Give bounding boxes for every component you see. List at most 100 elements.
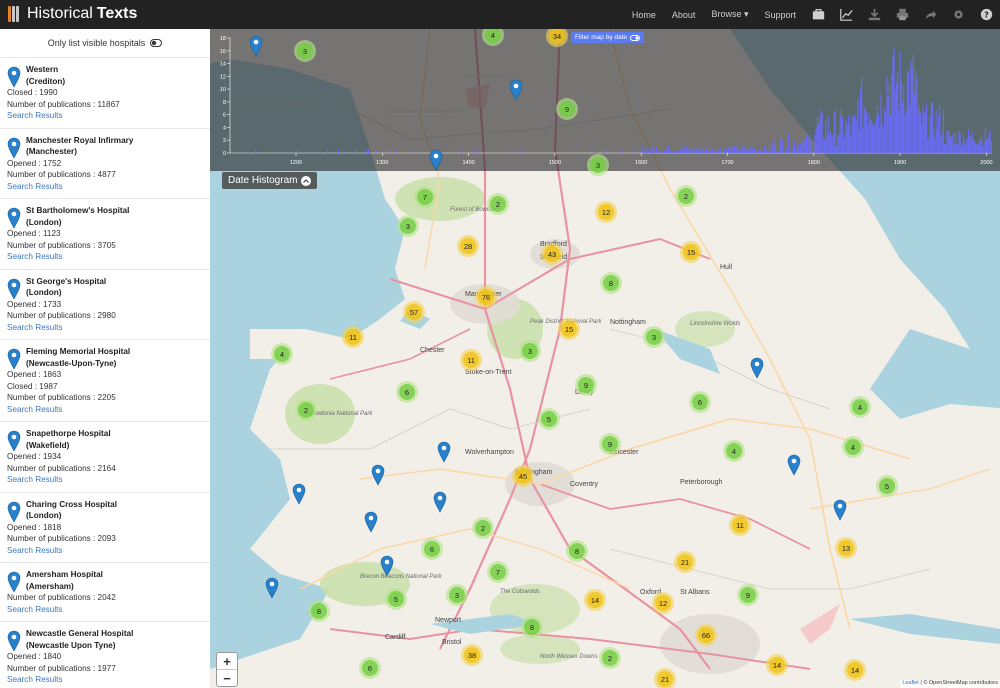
histogram-svg[interactable]: 18 16 14 12 10 8 6 4 2 0 1200 1300 1400 1500 1600 1700 1… [210, 29, 1000, 171]
filter-map-by-date-button[interactable]: Filter map by date [571, 32, 645, 43]
zoom-out-button[interactable]: − [217, 669, 237, 686]
map-marker-icon[interactable] [833, 499, 847, 521]
marker-cluster[interactable]: 7 [414, 186, 436, 208]
download-icon[interactable] [866, 7, 882, 23]
marker-cluster[interactable]: 3 [519, 340, 541, 362]
marker-cluster[interactable]: 5 [876, 475, 898, 497]
marker-cluster[interactable]: 3 [643, 326, 665, 348]
search-results-link[interactable]: Search Results [7, 474, 204, 486]
marker-cluster[interactable]: 6 [396, 381, 418, 403]
nav-about[interactable]: About [664, 10, 704, 20]
marker-cluster[interactable]: 6 [421, 538, 443, 560]
brand-logo[interactable]: Historical Texts [8, 4, 137, 24]
map-marker-icon[interactable] [371, 464, 385, 486]
map-marker-icon[interactable] [509, 79, 523, 101]
settings-icon[interactable] [950, 7, 966, 23]
marker-cluster[interactable]: 4 [842, 436, 864, 458]
date-histogram-toggle-button[interactable]: Date Histogram [222, 172, 318, 189]
marker-cluster[interactable]: 2 [599, 647, 621, 669]
marker-cluster[interactable]: 8 [521, 616, 543, 638]
hospital-list-item[interactable]: Amersham Hospital (Amersham) Number of pub… [0, 563, 210, 622]
marker-cluster[interactable]: 43 [541, 243, 563, 265]
marker-cluster[interactable]: 9 [737, 584, 759, 606]
search-results-link[interactable]: Search Results [7, 251, 204, 263]
marker-cluster[interactable]: 66 [695, 624, 717, 646]
marker-cluster[interactable]: 8 [308, 600, 330, 622]
marker-cluster[interactable]: 5 [538, 408, 560, 430]
marker-cluster[interactable]: 12 [652, 592, 674, 614]
marker-cluster[interactable]: 21 [674, 551, 696, 573]
leaflet-link[interactable]: Leaflet [902, 680, 919, 686]
search-results-link[interactable]: Search Results [7, 674, 204, 686]
marker-cluster[interactable]: 28 [457, 235, 479, 257]
search-results-link[interactable]: Search Results [7, 110, 204, 122]
marker-cluster[interactable]: 15 [680, 241, 702, 263]
marker-cluster[interactable]: 11 [460, 349, 482, 371]
map-marker-icon[interactable] [787, 454, 801, 476]
marker-cluster[interactable]: 9 [556, 98, 578, 120]
hospital-list-item[interactable]: Charing Cross Hospital (London) Opened : 1… [0, 493, 210, 563]
marker-cluster[interactable]: 2 [675, 185, 697, 207]
marker-cluster[interactable]: 9 [575, 374, 597, 396]
marker-cluster[interactable]: 4 [271, 343, 293, 365]
marker-cluster[interactable]: 7 [487, 561, 509, 583]
hospital-list-item[interactable]: Western (Crediton) Closed : 1990 Number of … [0, 58, 210, 129]
marker-cluster[interactable]: 3 [446, 584, 468, 606]
marker-cluster[interactable]: 2 [295, 399, 317, 421]
marker-cluster[interactable]: 6 [689, 391, 711, 413]
marker-cluster[interactable]: 57 [403, 301, 425, 323]
hospital-list-item[interactable]: Snapethorpe Hospital (Wakefield) Opened : … [0, 422, 210, 493]
marker-cluster[interactable]: 14 [766, 654, 788, 676]
marker-cluster[interactable]: 9 [599, 433, 621, 455]
map-marker-icon[interactable] [265, 577, 279, 599]
marker-cluster[interactable]: 45 [512, 465, 534, 487]
marker-cluster[interactable]: 3 [587, 154, 609, 176]
hospital-list-item[interactable]: Newcastle General Hospital (Newcastle Upo… [0, 622, 210, 688]
map-view[interactable]: 18 16 14 12 10 8 6 4 2 0 1200 1300 1400 1500 1600 1700 1… [210, 29, 1000, 688]
marker-cluster[interactable]: 12 [595, 201, 617, 223]
marker-cluster[interactable]: 11 [342, 326, 364, 348]
marker-cluster[interactable]: 3 [294, 40, 316, 62]
marker-cluster[interactable]: 4 [849, 396, 871, 418]
map-marker-icon[interactable] [429, 149, 443, 171]
search-results-link[interactable]: Search Results [7, 545, 204, 557]
nav-browse-dropdown[interactable]: Browse ▾ [703, 9, 756, 20]
hospital-list-item[interactable]: St George's Hospital (London) Opened : 173… [0, 270, 210, 340]
marker-cluster[interactable]: 6 [359, 657, 381, 679]
marker-cluster[interactable]: 2 [487, 193, 509, 215]
hospital-list-item[interactable]: Fleming Memorial Hospital (Newcastle-Upon… [0, 340, 210, 422]
search-results-link[interactable]: Search Results [7, 181, 204, 193]
hospital-list-item[interactable]: St Bartholomew's Hospital (London) Opened … [0, 199, 210, 270]
briefcase-icon[interactable] [810, 7, 826, 23]
marker-cluster[interactable]: 21 [654, 668, 676, 688]
map-marker-icon[interactable] [364, 511, 378, 533]
map-marker-icon[interactable] [433, 491, 447, 513]
help-icon[interactable]: ? [978, 7, 994, 23]
share-icon[interactable] [922, 7, 938, 23]
marker-cluster[interactable]: 15 [558, 318, 580, 340]
marker-cluster[interactable]: 11 [729, 514, 751, 536]
marker-cluster[interactable]: 38 [461, 644, 483, 666]
marker-cluster[interactable]: 14 [844, 659, 866, 681]
map-marker-icon[interactable] [249, 35, 263, 57]
map-marker-icon[interactable] [437, 441, 451, 463]
marker-cluster[interactable]: 4 [723, 440, 745, 462]
toggle-switch-icon[interactable] [150, 39, 163, 47]
marker-cluster[interactable]: 2 [472, 517, 494, 539]
marker-cluster[interactable]: 3 [397, 215, 419, 237]
marker-cluster[interactable]: 8 [600, 272, 622, 294]
map-marker-icon[interactable] [292, 483, 306, 505]
nav-support[interactable]: Support [756, 10, 804, 20]
marker-cluster[interactable]: 76 [475, 286, 497, 308]
map-marker-icon[interactable] [380, 555, 394, 577]
marker-cluster[interactable]: 8 [566, 540, 588, 562]
nav-home[interactable]: Home [624, 10, 664, 20]
print-icon[interactable] [894, 7, 910, 23]
search-results-link[interactable]: Search Results [7, 604, 204, 616]
search-results-link[interactable]: Search Results [7, 322, 204, 334]
visible-hospitals-toggle[interactable]: Only list visible hospitals [0, 29, 210, 58]
map-marker-icon[interactable] [750, 357, 764, 379]
chart-icon[interactable] [838, 7, 854, 23]
hospital-list-item[interactable]: Manchester Royal Infirmary (Manchester) Op… [0, 129, 210, 199]
marker-cluster[interactable]: 13 [835, 537, 857, 559]
